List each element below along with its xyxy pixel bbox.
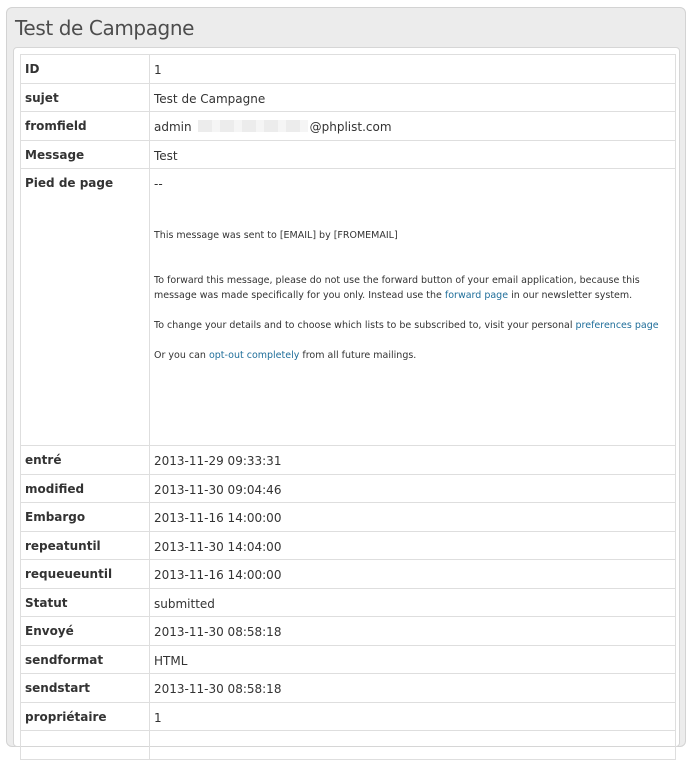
forward-page-link[interactable]: forward page	[445, 290, 508, 301]
table-row-proprietaire: propriétaire 1	[20, 701, 676, 731]
footer-content: -- This message was sent to [EMAIL] by […	[149, 168, 676, 446]
row-label: sendformat	[20, 644, 150, 674]
table-row-pied-de-page: Pied de page -- This message was sent to…	[20, 168, 676, 446]
row-label: ID	[20, 54, 150, 84]
row-value: 2013-11-30 09:04:46	[149, 473, 676, 503]
row-label: entré	[20, 445, 150, 475]
row-label: Statut	[20, 587, 150, 617]
campaign-details-table: ID 1 sujet Test de Campagne fromfield ad…	[20, 54, 676, 760]
row-label: propriétaire	[20, 701, 150, 731]
row-value: 2013-11-16 14:00:00	[149, 559, 676, 589]
from-name: admin	[154, 120, 192, 134]
table-row-envoye: Envoyé 2013-11-30 08:58:18	[20, 616, 676, 646]
row-value: Test	[149, 139, 676, 169]
row-value: Test de Campagne	[149, 82, 676, 112]
table-row-entre: entré 2013-11-29 09:33:31	[20, 445, 676, 475]
table-row-statut: Statut submitted	[20, 587, 676, 617]
footer-optout-text: Or you can opt-out completely from all f…	[154, 350, 417, 361]
row-label: modified	[20, 473, 150, 503]
redacted-area	[197, 120, 308, 132]
table-row-fromfield: fromfield admin @phplist.com	[20, 111, 676, 141]
table-row-modified: modified 2013-11-30 09:04:46	[20, 473, 676, 503]
table-row-next	[20, 730, 676, 760]
row-label: repeatuntil	[20, 530, 150, 560]
row-label: Embargo	[20, 502, 150, 532]
table-row-sendstart: sendstart 2013-11-30 08:58:18	[20, 673, 676, 703]
row-value: 2013-11-16 14:00:00	[149, 502, 676, 532]
page-title: Test de Campagne	[15, 16, 195, 40]
row-label: fromfield	[20, 111, 150, 141]
table-row-sendformat: sendformat HTML	[20, 644, 676, 674]
row-value: 1	[149, 54, 676, 84]
row-value: 2013-11-30 14:04:00	[149, 530, 676, 560]
row-value: 2013-11-30 08:58:18	[149, 616, 676, 646]
row-label: sujet	[20, 82, 150, 112]
from-domain: @phplist.com	[309, 120, 392, 134]
table-row-repeatuntil: repeatuntil 2013-11-30 14:04:00	[20, 530, 676, 560]
row-label: Message	[20, 139, 150, 169]
row-value: admin @phplist.com	[149, 111, 676, 141]
row-label: Envoyé	[20, 616, 150, 646]
table-row-message: Message Test	[20, 139, 676, 169]
footer-dash: --	[154, 177, 163, 191]
row-value: 2013-11-30 08:58:18	[149, 673, 676, 703]
row-value: 2013-11-29 09:33:31	[149, 445, 676, 475]
table-row-embargo: Embargo 2013-11-16 14:00:00	[20, 502, 676, 532]
footer-forward-text: To forward this message, please do not u…	[154, 275, 640, 301]
opt-out-link[interactable]: opt-out completely	[209, 350, 299, 361]
preferences-page-link[interactable]: preferences page	[576, 320, 659, 331]
footer-change-text: To change your details and to choose whi…	[154, 320, 659, 331]
row-value: 1	[149, 701, 676, 731]
footer-sent-line: This message was sent to [EMAIL] by [FRO…	[154, 230, 398, 241]
row-value: HTML	[149, 644, 676, 674]
table-row-id: ID 1	[20, 54, 676, 84]
table-row-sujet: sujet Test de Campagne	[20, 82, 676, 112]
row-label: requeueuntil	[20, 559, 150, 589]
row-label: Pied de page	[20, 168, 150, 446]
row-label	[20, 730, 150, 760]
row-value: submitted	[149, 587, 676, 617]
table-row-requeueuntil: requeueuntil 2013-11-16 14:00:00	[20, 559, 676, 589]
row-value	[149, 730, 676, 760]
row-label: sendstart	[20, 673, 150, 703]
